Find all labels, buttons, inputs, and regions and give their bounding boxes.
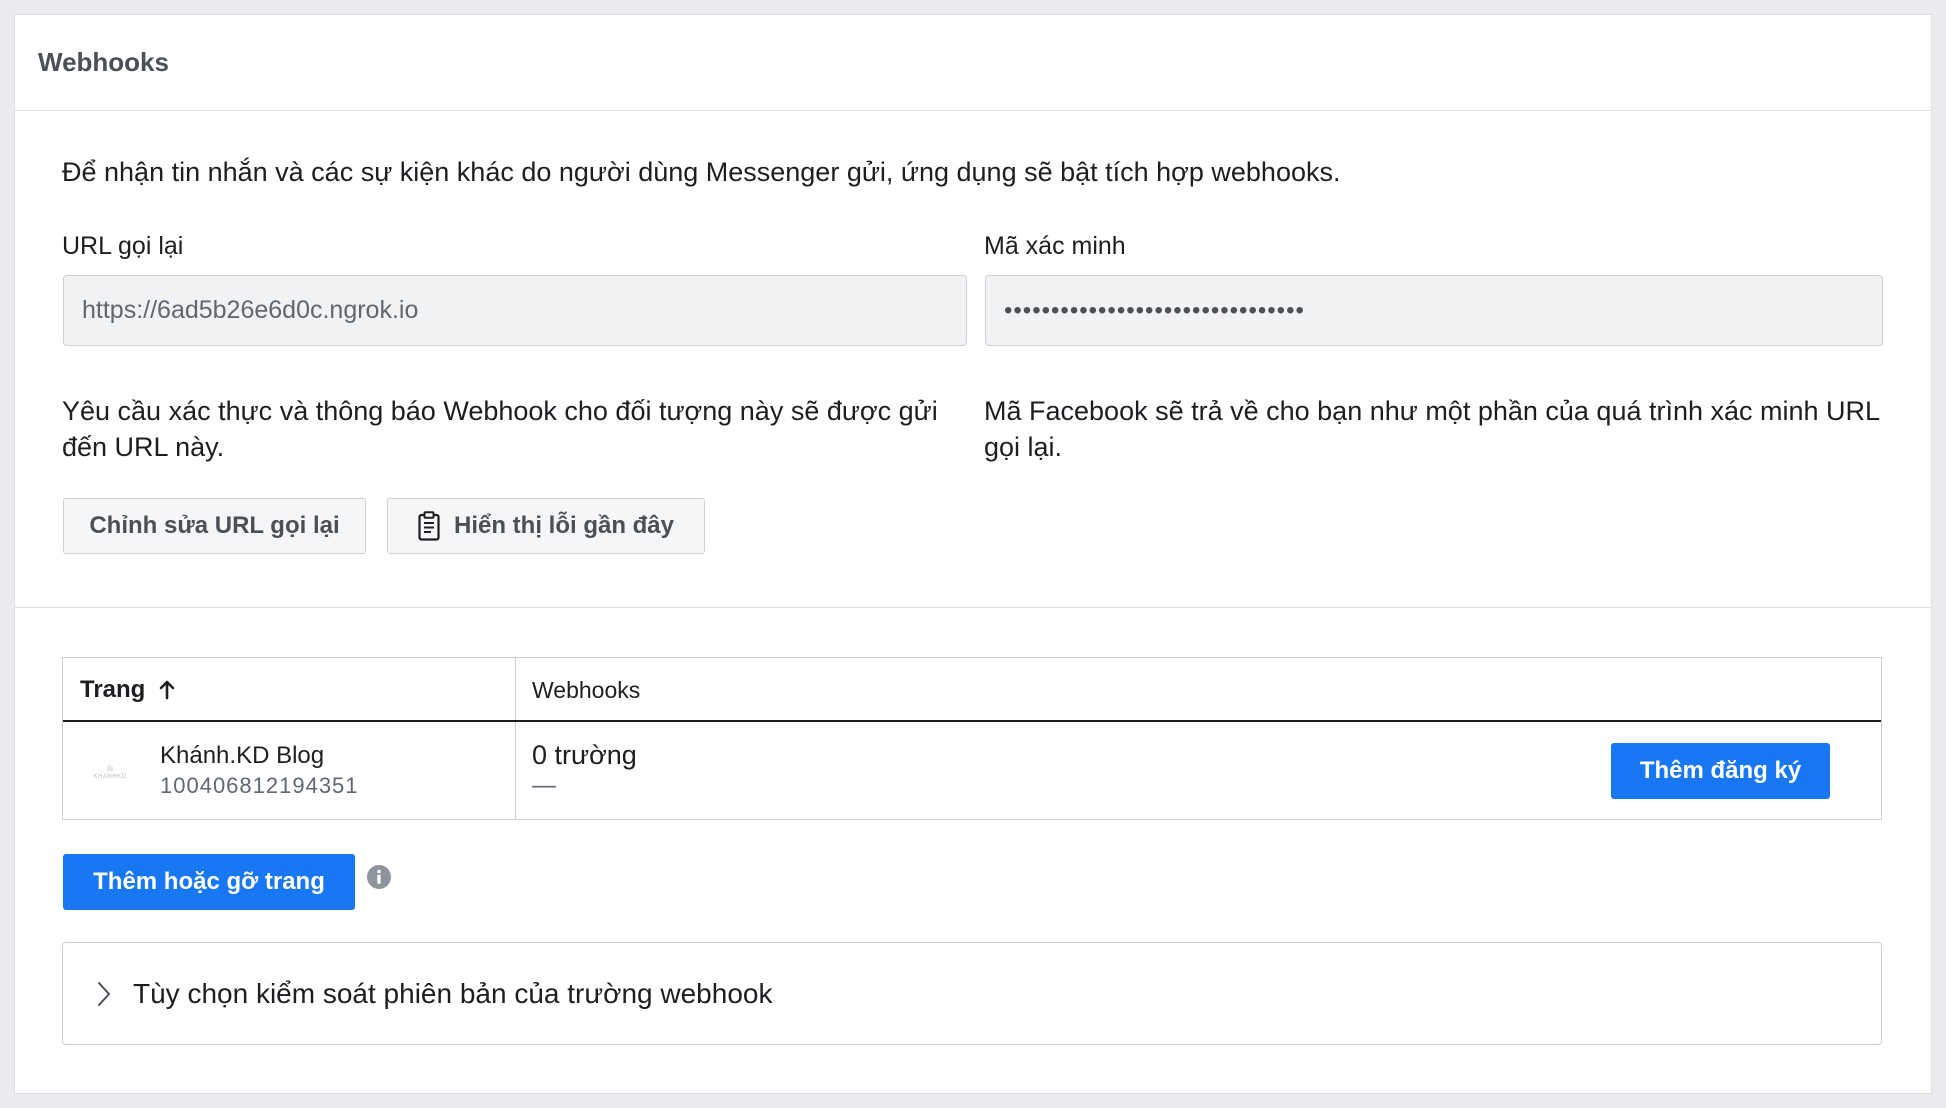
page-id: 100406812194351 — [160, 773, 359, 798]
callback-settings-section: Để nhận tin nhắn và các sự kiện khác do … — [15, 111, 1931, 608]
verify-token-help: Mã Facebook sẽ trả về cho bạn như một ph… — [984, 396, 1880, 462]
page-avatar: ılı KHANHKD — [86, 748, 134, 796]
add-remove-pages-button[interactable]: Thêm hoặc gỡ trang — [63, 854, 355, 910]
add-remove-pages-label: Thêm hoặc gỡ trang — [93, 868, 325, 895]
avatar-mark: ılı — [106, 763, 114, 773]
column-header-page[interactable]: Trang — [80, 658, 175, 722]
edit-callback-url-button[interactable]: Chỉnh sửa URL gọi lại — [63, 498, 366, 554]
arrow-up-icon — [159, 680, 175, 700]
card-header: Webhooks — [15, 15, 1931, 111]
page-name: Khánh.KD Blog — [160, 742, 325, 769]
pages-section: Trang Webhooks ılı KHANHKD Khánh.KD Blog… — [15, 608, 1931, 1093]
column-header-webhooks: Webhooks — [532, 676, 641, 703]
edit-callback-url-label: Chỉnh sửa URL gọi lại — [89, 512, 340, 539]
callback-url-field[interactable]: https://6ad5b26e6d0c.ngrok.io — [63, 275, 967, 346]
subscribed-fields-count: 0 trường — [532, 740, 637, 770]
intro-text: Để nhận tin nhắn và các sự kiện khác do … — [62, 157, 1341, 187]
table-header: Trang Webhooks — [63, 658, 1881, 722]
subscribed-fields-list: — — [532, 772, 556, 799]
verify-token-label: Mã xác minh — [984, 232, 1126, 260]
card-title: Webhooks — [38, 47, 169, 77]
show-recent-errors-button[interactable]: Hiển thị lỗi gần đây — [387, 498, 705, 554]
webhook-version-label: Tùy chọn kiểm soát phiên bản của trường … — [133, 977, 773, 1009]
webhooks-card: Webhooks Để nhận tin nhắn và các sự kiện… — [14, 14, 1932, 1094]
pages-table: Trang Webhooks ılı KHANHKD Khánh.KD Blog… — [62, 657, 1882, 820]
add-subscription-label: Thêm đăng ký — [1639, 757, 1802, 784]
avatar-text: KHANHKD — [93, 773, 127, 780]
verify-token-field[interactable]: •••••••••••••••••••••••••••••••• — [985, 275, 1883, 346]
info-icon[interactable] — [367, 865, 391, 889]
column-header-page-label: Trang — [80, 676, 146, 703]
clipboard-icon — [418, 511, 440, 541]
callback-url-label: URL gọi lại — [62, 232, 184, 260]
add-subscription-button[interactable]: Thêm đăng ký — [1611, 743, 1830, 799]
webhook-version-accordion[interactable]: Tùy chọn kiểm soát phiên bản của trường … — [62, 942, 1882, 1045]
show-recent-errors-label: Hiển thị lỗi gần đây — [453, 512, 675, 539]
callback-url-help: Yêu cầu xác thực và thông báo Webhook ch… — [62, 396, 938, 462]
chevron-right-icon — [97, 981, 111, 1007]
